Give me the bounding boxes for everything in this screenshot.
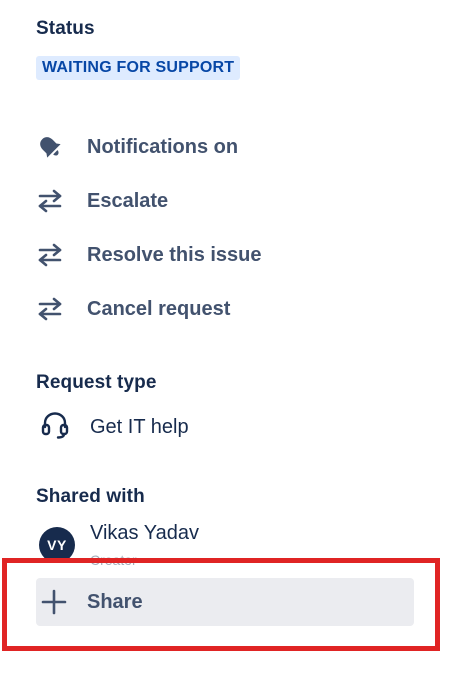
cancel-request-action[interactable]: Cancel request xyxy=(36,292,230,326)
status-heading: Status xyxy=(36,18,95,39)
escalate-action[interactable]: Escalate xyxy=(36,184,168,218)
headset-icon xyxy=(40,410,70,445)
request-type-value: Get IT help xyxy=(40,410,189,444)
share-label: Share xyxy=(87,590,143,613)
cancel-request-label: Cancel request xyxy=(87,297,231,320)
notifications-toggle[interactable]: Notifications on xyxy=(36,130,238,164)
resolve-issue-action[interactable]: Resolve this issue xyxy=(36,238,262,272)
transition-arrows-icon xyxy=(36,184,72,218)
shared-user-name: Vikas Yadav xyxy=(90,522,199,544)
resolve-issue-label: Resolve this issue xyxy=(87,243,262,266)
bell-icon xyxy=(36,130,72,164)
plus-icon xyxy=(40,588,68,616)
avatar: VY xyxy=(39,527,75,563)
share-button[interactable]: Share xyxy=(36,578,414,626)
notifications-label: Notifications on xyxy=(87,135,239,158)
request-type-label: Get IT help xyxy=(90,415,189,438)
shared-user-role: Creator xyxy=(90,552,137,568)
status-badge: WAITING FOR SUPPORT xyxy=(36,56,241,80)
transition-arrows-icon xyxy=(36,238,72,272)
transition-arrows-icon xyxy=(36,292,72,326)
shared-with-heading: Shared with xyxy=(36,486,145,507)
request-type-heading: Request type xyxy=(36,372,157,393)
escalate-label: Escalate xyxy=(87,189,169,212)
